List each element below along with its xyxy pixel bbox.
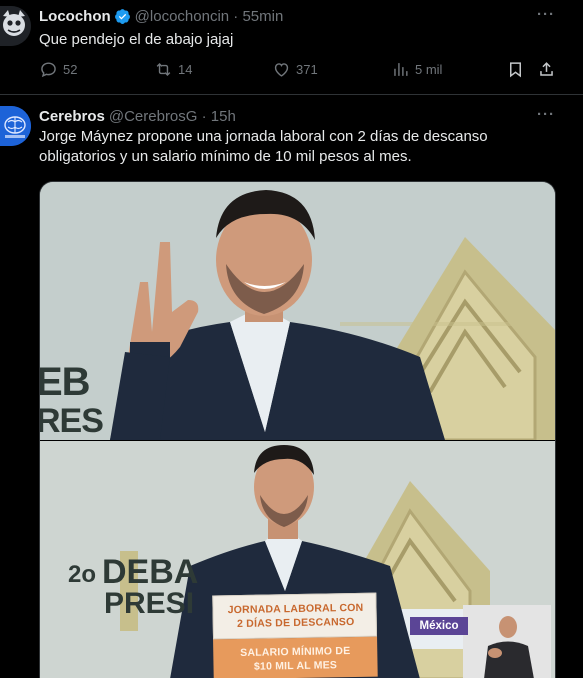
heart-icon [274, 63, 289, 77]
tweet-text: Jorge Máynez propone una jornada laboral… [39, 128, 488, 165]
more-options-button[interactable]: ··· [537, 106, 555, 123]
sign-line: JORNADA LABORAL CON [227, 601, 364, 617]
like-count: 371 [296, 62, 318, 77]
avatar[interactable] [0, 106, 31, 146]
tweet-locochon[interactable]: Locochon @locochoncin · 55min ··· Que pe… [0, 0, 583, 95]
reply-icon [41, 62, 56, 78]
share-button[interactable] [537, 60, 561, 79]
bookmark-icon [509, 62, 522, 78]
sign-line: $10 MIL AL MES [253, 659, 338, 673]
tweet-header: Locochon @locochoncin · 55min [39, 8, 283, 25]
debate-photo-top [40, 182, 555, 440]
tweet-actions: 52 14 371 5 mil [39, 60, 559, 82]
handle-and-time[interactable]: @CerebrosG · 15h [109, 108, 236, 125]
tweet-header: Cerebros @CerebrosG · 15h [39, 108, 236, 125]
reply-count: 52 [63, 62, 78, 77]
display-name[interactable]: Cerebros [39, 108, 105, 125]
media-image-bottom[interactable]: 2o DEBA PRESI JORNADA LABORAL CON 2 DÍAS… [40, 441, 555, 678]
bookmark-button[interactable] [506, 60, 530, 79]
like-button[interactable]: 371 [272, 60, 318, 79]
tweet-media[interactable]: EB RES 2o DEBA PRESI JORNADA LABORAL CON… [39, 181, 556, 678]
avatar[interactable] [0, 6, 31, 46]
verified-badge-icon [114, 9, 130, 24]
tweet-cerebros[interactable]: Cerebros @CerebrosG · 15h ··· Jorge Máyn… [0, 96, 583, 678]
view-count: 5 mil [415, 62, 443, 77]
debate-logo-text: 2o [68, 561, 97, 588]
retweet-count: 14 [178, 62, 193, 77]
tweet-text: Que pendejo el de abajo jajaj [39, 31, 234, 48]
share-icon [540, 62, 553, 76]
debate-logo-text: RES [40, 402, 104, 440]
retweet-icon [156, 62, 171, 77]
debate-logo-text: PRESI [104, 587, 195, 620]
handle-and-time[interactable]: @locochoncin · 55min [135, 8, 284, 25]
sign-bottom-panel: SALARIO MÍNIMO DE $10 MIL AL MES [213, 636, 378, 678]
views-button[interactable]: 5 mil [391, 60, 442, 79]
sign-top-panel: JORNADA LABORAL CON 2 DÍAS DE DESCANSO [212, 592, 378, 640]
media-image-top[interactable]: EB RES [40, 182, 555, 440]
display-name[interactable]: Locochon [39, 8, 111, 25]
sign-line: SALARIO MÍNIMO DE [240, 645, 351, 659]
retweet-button[interactable]: 14 [154, 60, 192, 79]
more-options-button[interactable]: ··· [537, 6, 555, 23]
debate-logo-text: EB [40, 360, 91, 404]
protest-sign: JORNADA LABORAL CON 2 DÍAS DE DESCANSO S… [212, 592, 378, 678]
analytics-icon [394, 63, 408, 76]
sign-line: 2 DÍAS DE DESCANSO [236, 615, 355, 631]
reply-button[interactable]: 52 [39, 60, 77, 79]
mexico-badge: México [410, 617, 468, 635]
